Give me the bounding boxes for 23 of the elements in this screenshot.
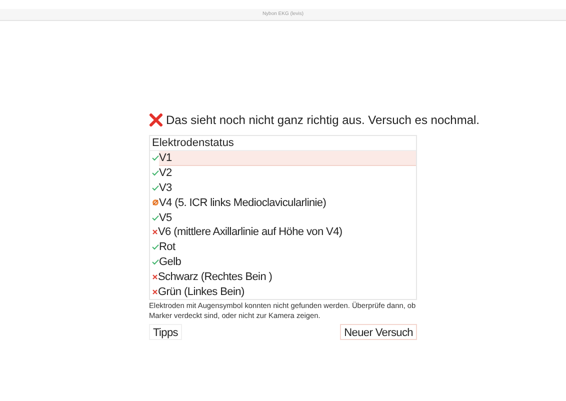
electrode-item[interactable]: V5 [159,210,416,225]
electrode-item[interactable]: Gelb [159,254,416,269]
check-icon [152,258,159,265]
cross-icon [152,274,158,280]
electrode-item[interactable]: Grün (Linkes Bein) [158,284,416,299]
cross-icon [152,229,158,236]
error-cross-icon [149,113,163,127]
electrode-item[interactable]: V3 [159,180,416,195]
action-button[interactable]: Neuer Versuch [340,324,417,340]
electrode-item[interactable]: Rot [159,240,416,254]
check-icon [152,155,159,162]
check-icon [152,170,159,176]
error-message: Das sieht noch nicht ganz richtig aus. Versuch es nochmal. [166,112,480,129]
electrode-item[interactable]: V2 [159,166,416,180]
electrode-item[interactable]: V1 [159,150,416,166]
cross-icon [152,288,158,295]
electrode-item[interactable]: Schwarz (Rechtes Bein ) [158,270,416,284]
check-icon [152,214,159,221]
electrode-item[interactable]: V4 (5. ICR links Medioclavicularlinie) [159,196,416,210]
check-icon [152,184,159,191]
check-icon [152,244,159,250]
action-button[interactable]: Tipps [149,324,182,340]
electrode-item[interactable]: V6 (mittlere Axillarlinie auf Höhe von V4) [158,225,416,240]
